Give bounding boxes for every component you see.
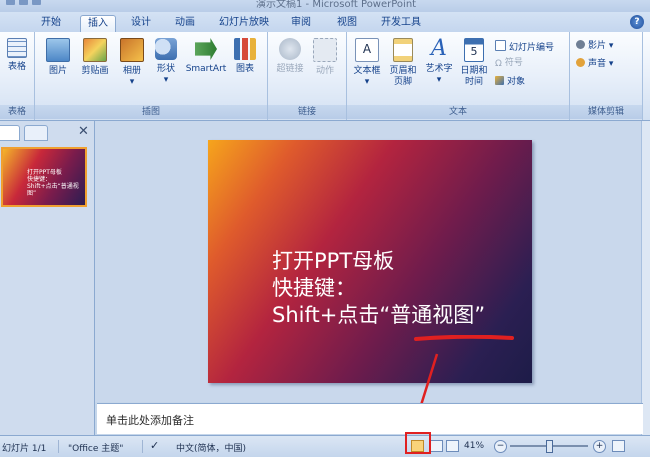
clipart-icon xyxy=(83,38,107,62)
slide-thumbnail-1[interactable]: 打开PPT母板 快捷键： Shift+点击“普通视图” xyxy=(1,147,87,207)
group-label-text: 文本 xyxy=(347,105,569,119)
notes-pane[interactable]: 单击此处添加备注 xyxy=(97,403,643,434)
movie-button[interactable]: 影片 ▾ xyxy=(576,40,613,52)
shapes-icon xyxy=(155,38,177,60)
action-button[interactable]: 动作 xyxy=(310,38,340,77)
slide-text-box[interactable]: 打开PPT母板 快捷键： Shift+点击“普通视图” xyxy=(272,248,485,329)
tab-slides-thumbs[interactable] xyxy=(0,125,20,141)
group-label-media: 媒体剪辑 xyxy=(570,105,642,119)
red-box-annotation xyxy=(405,432,431,454)
tab-insert[interactable]: 插入 xyxy=(80,15,116,33)
panel-tabs: ✕ xyxy=(0,124,94,141)
notes-placeholder: 单击此处添加备注 xyxy=(106,414,194,427)
undo-icon[interactable] xyxy=(19,0,28,5)
datetime-button[interactable]: 5 日期和 时间 xyxy=(457,38,491,88)
wordart-icon: A xyxy=(431,36,447,61)
chevron-down-icon: ▾ xyxy=(436,75,442,85)
chevron-down-icon: ▾ xyxy=(129,77,135,87)
textbox-icon: A xyxy=(355,38,379,62)
smartart-button[interactable]: SmartArt xyxy=(183,38,229,75)
slide-sorter-button[interactable] xyxy=(430,440,443,452)
window-title: 演示文稿1 - Microsoft PowerPoint xyxy=(256,0,417,10)
slide-number-icon xyxy=(495,40,506,51)
textbox-button[interactable]: A 文本框 ▾ xyxy=(351,38,383,88)
group-label-tables: 表格 xyxy=(0,105,34,119)
ribbon-insert: 表格 表格 图片 剪贴画 相册 ▾ 形状 ▾ SmartArt 图表 插图 超链… xyxy=(0,32,650,121)
album-button[interactable]: 相册 ▾ xyxy=(117,38,147,88)
slide-number-button[interactable]: 幻灯片编号 xyxy=(495,40,554,54)
album-icon xyxy=(120,38,144,62)
help-icon[interactable]: ? xyxy=(630,15,644,29)
title-bar: 演示文稿1 - Microsoft PowerPoint xyxy=(0,0,650,12)
group-tables: 表格 表格 xyxy=(0,32,35,120)
red-underline-annotation xyxy=(414,335,514,341)
zoom-out-icon[interactable]: − xyxy=(494,440,507,453)
slide-counter: 幻灯片 1/1 xyxy=(2,444,47,454)
speaker-icon xyxy=(576,58,585,67)
chevron-down-icon: ▾ xyxy=(163,75,169,85)
status-divider xyxy=(58,440,59,453)
slideshow-button[interactable] xyxy=(446,440,459,452)
globe-icon xyxy=(279,38,301,60)
wordart-button[interactable]: A 艺术字 ▾ xyxy=(423,38,455,86)
slides-panel: ✕ 打开PPT母板 快捷键： Shift+点击“普通视图” xyxy=(0,121,95,435)
slide-line-3: Shift+点击“普通视图” xyxy=(272,303,486,327)
tab-animations[interactable]: 动画 xyxy=(168,15,202,32)
header-footer-button[interactable]: 页眉和 页脚 xyxy=(385,38,421,88)
table-icon xyxy=(7,38,27,58)
chart-button[interactable]: 图表 xyxy=(231,38,259,75)
slide-canvas[interactable]: 打开PPT母板 快捷键： Shift+点击“普通视图” xyxy=(208,140,532,383)
tab-design[interactable]: 设计 xyxy=(124,15,158,32)
group-label-illustrations: 插图 xyxy=(35,105,267,119)
slide-line-1: 打开PPT母板 xyxy=(272,249,395,273)
action-icon xyxy=(313,38,337,62)
clipart-button[interactable]: 剪贴画 xyxy=(77,38,113,77)
film-icon xyxy=(576,40,585,49)
redo-icon[interactable] xyxy=(32,0,41,5)
smartart-icon xyxy=(195,38,217,60)
ribbon-tabs: 开始 插入 设计 动画 幻灯片放映 审阅 视图 开发工具 ? xyxy=(0,12,650,33)
calendar-icon: 5 xyxy=(464,38,484,62)
zoom-level[interactable]: 41% xyxy=(464,441,484,451)
object-button[interactable]: 对象 xyxy=(495,76,525,88)
omega-icon: Ω xyxy=(495,59,502,69)
object-icon xyxy=(495,76,504,85)
powerpoint-window: 演示文稿1 - Microsoft PowerPoint 开始 插入 设计 动画… xyxy=(0,0,650,457)
picture-icon xyxy=(46,38,70,62)
close-icon[interactable]: ✕ xyxy=(78,124,89,139)
zoom-in-icon[interactable]: + xyxy=(593,440,606,453)
chart-icon xyxy=(234,38,256,60)
group-label-links: 链接 xyxy=(268,105,346,119)
zoom-slider-thumb[interactable] xyxy=(546,440,553,453)
status-divider xyxy=(142,440,143,453)
hyperlink-button[interactable]: 超链接 xyxy=(274,38,306,75)
group-text: A 文本框 ▾ 页眉和 页脚 A 艺术字 ▾ 5 日期和 时间 幻灯片编号 Ω符… xyxy=(347,32,570,120)
chevron-down-icon: ▾ xyxy=(364,77,370,87)
vertical-scrollbar[interactable] xyxy=(641,121,650,435)
theme-name: "Office 主题" xyxy=(68,444,124,454)
group-illustrations: 图片 剪贴画 相册 ▾ 形状 ▾ SmartArt 图表 插图 xyxy=(35,32,268,120)
sound-button[interactable]: 声音 ▾ xyxy=(576,58,613,70)
shapes-button[interactable]: 形状 ▾ xyxy=(151,38,181,86)
spellcheck-icon[interactable]: ✓ xyxy=(150,439,159,452)
slide-line-2: 快捷键： xyxy=(272,276,356,300)
save-icon[interactable] xyxy=(6,0,15,5)
group-media: 影片 ▾ 声音 ▾ 媒体剪辑 xyxy=(570,32,643,120)
group-links: 超链接 动作 链接 xyxy=(268,32,347,120)
header-footer-icon xyxy=(393,38,413,62)
tab-review[interactable]: 审阅 xyxy=(284,15,318,32)
tab-slideshow[interactable]: 幻灯片放映 xyxy=(212,15,276,32)
tab-developer[interactable]: 开发工具 xyxy=(374,15,428,32)
table-button[interactable]: 表格 xyxy=(3,38,31,73)
language-indicator[interactable]: 中文(简体，中国) xyxy=(176,441,246,454)
picture-button[interactable]: 图片 xyxy=(43,38,73,77)
symbol-button[interactable]: Ω 符号 xyxy=(495,58,523,69)
fit-window-icon[interactable] xyxy=(612,440,625,452)
status-bar: 幻灯片 1/1 "Office 主题" ✓ 中文(简体，中国) 41% − + xyxy=(0,435,650,457)
tab-view[interactable]: 视图 xyxy=(330,15,364,32)
tab-home[interactable]: 开始 xyxy=(34,15,68,32)
quick-access-toolbar[interactable] xyxy=(6,0,66,9)
tab-outline[interactable] xyxy=(24,125,48,141)
